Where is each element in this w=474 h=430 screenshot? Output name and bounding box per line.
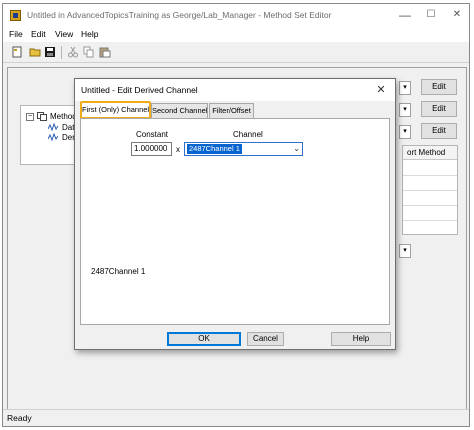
method-grid[interactable]: ort Method [402,145,458,235]
chevron-down-icon[interactable]: ▾ [399,244,411,258]
grid-header-report-method: ort Method [403,146,457,160]
channel-select[interactable]: 2487Channel 1 ⌄ [184,142,303,156]
tab-filter-offset[interactable]: Filter/Offset [209,103,254,118]
dialog-title: Untitled - Edit Derived Channel [81,85,198,95]
save-icon[interactable] [44,46,56,58]
multiply-sign: x [176,145,180,154]
chevron-down-icon[interactable]: ▾ [399,103,411,117]
waveform-icon [47,122,59,132]
constant-input[interactable]: 1.000000 [131,142,172,156]
channel-summary: 2487Channel 1 [91,267,146,276]
chevron-down-icon[interactable]: ⌄ [293,143,300,155]
table-row [403,175,457,176]
tab-second-channel[interactable]: Second Channel [151,103,208,118]
title-bar[interactable]: Untitled in AdvancedTopicsTraining as Ge… [3,4,469,26]
copy-icon[interactable] [83,46,95,58]
close-icon[interactable]: ✕ [373,82,389,98]
cancel-button[interactable]: Cancel [247,332,284,346]
menu-edit[interactable]: Edit [31,29,46,39]
window-title: Untitled in AdvancedTopicsTraining as Ge… [27,10,332,20]
toolbar [3,42,469,63]
waveform-icon [47,132,59,142]
toolbar-separator [61,46,62,59]
maximize-button[interactable]: ☐ [417,7,445,23]
tree-collapse-toggle[interactable]: − [26,113,34,121]
close-button[interactable]: ✕ [443,7,471,23]
table-row [403,190,457,191]
edit-button-3[interactable]: Edit [421,123,457,139]
edit-button-2[interactable]: Edit [421,101,457,117]
app-icon [10,10,21,21]
status-bar: Ready [3,409,469,426]
channel-selected-value: 2487Channel 1 [187,144,242,154]
dialog-title-bar[interactable]: Untitled - Edit Derived Channel ✕ [75,79,395,101]
cut-icon[interactable] [67,46,79,58]
edit-button-1[interactable]: Edit [421,79,457,95]
table-row [403,205,457,206]
constant-label: Constant [136,130,169,139]
ok-button[interactable]: OK [167,332,241,346]
chevron-down-icon[interactable]: ▾ [399,81,411,95]
tab-panel: Constant Channel 1.000000 x 2487Channel … [80,118,390,325]
help-button[interactable]: Help [331,332,391,346]
new-icon[interactable] [11,46,23,58]
method-set-icon [37,112,47,121]
tab-first-only-channel[interactable]: First (Only) Channel [80,101,151,119]
menu-view[interactable]: View [55,29,73,39]
edit-derived-channel-dialog: Untitled - Edit Derived Channel ✕ First … [74,78,396,350]
menu-help[interactable]: Help [81,29,98,39]
open-icon[interactable] [29,46,41,58]
minimize-button[interactable]: — [391,7,419,23]
menu-file[interactable]: File [9,29,23,39]
chevron-down-icon[interactable]: ▾ [399,125,411,139]
channel-label: Channel [233,130,263,139]
table-row [403,220,457,221]
status-text: Ready [7,413,32,423]
paste-icon[interactable] [99,46,111,58]
menu-bar: File Edit View Help [3,26,469,42]
